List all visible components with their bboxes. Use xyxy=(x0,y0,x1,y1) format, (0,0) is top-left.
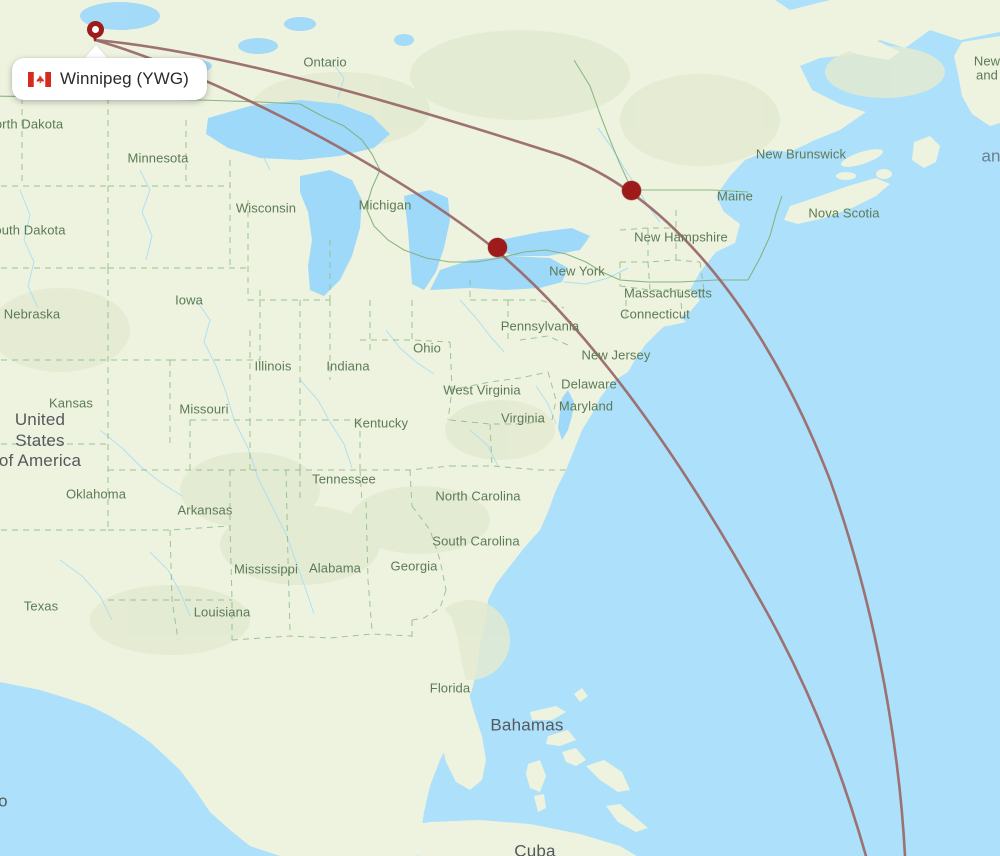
map-base-layer xyxy=(0,0,1000,856)
origin-airport-pin[interactable] xyxy=(86,21,104,43)
toronto-airport-dot[interactable] xyxy=(487,237,507,257)
pin-hole xyxy=(91,26,99,33)
pin-tip xyxy=(91,33,99,42)
montreal-airport-dot[interactable] xyxy=(621,180,641,200)
canada-flag-icon xyxy=(28,71,51,87)
flight-map[interactable]: Ontario orth Dakota Minnesota New Brunswick… xyxy=(0,0,1000,856)
origin-airport-tooltip[interactable]: Winnipeg (YWG) xyxy=(12,58,207,100)
origin-airport-label: Winnipeg (YWG) xyxy=(60,69,189,88)
